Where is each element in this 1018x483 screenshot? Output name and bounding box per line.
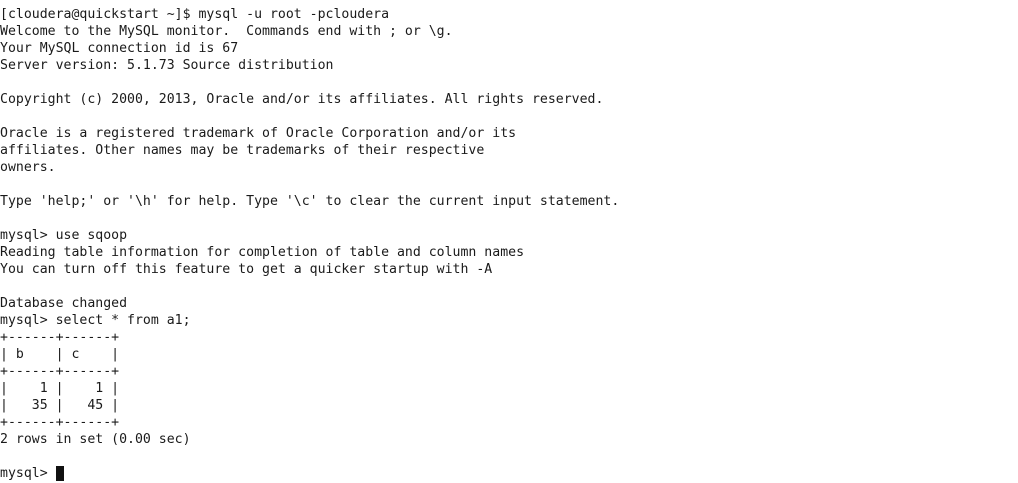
terminal-line: Database changed bbox=[0, 296, 128, 311]
terminal-line: Welcome to the MySQL monitor. Commands e… bbox=[0, 24, 453, 39]
terminal-line: Oracle is a registered trademark of Orac… bbox=[0, 126, 517, 141]
terminal-line: owners. bbox=[0, 160, 56, 175]
terminal-line: mysql> use sqoop bbox=[0, 228, 128, 243]
terminal-line: Your MySQL connection id is 67 bbox=[0, 41, 239, 56]
terminal-line: Type 'help;' or '\h' for help. Type '\c'… bbox=[0, 194, 620, 209]
terminal-line: Server version: 5.1.73 Source distributi… bbox=[0, 58, 334, 73]
table-border-line: +------+------+ bbox=[0, 364, 120, 379]
terminal-line: affiliates. Other names may be trademark… bbox=[0, 143, 485, 158]
active-prompt-line[interactable]: mysql> bbox=[0, 465, 1018, 482]
terminal-window[interactable]: [cloudera@quickstart ~]$ mysql -u root -… bbox=[0, 0, 1018, 483]
table-border-line: +------+------+ bbox=[0, 330, 120, 345]
terminal-line: Reading table information for completion… bbox=[0, 245, 525, 260]
table-border-line: +------+------+ bbox=[0, 415, 120, 430]
terminal-line: You can turn off this feature to get a q… bbox=[0, 262, 493, 277]
terminal-line: 2 rows in set (0.00 sec) bbox=[0, 432, 191, 447]
prompt-text: mysql> bbox=[0, 466, 56, 481]
table-header-row: | b | c | bbox=[0, 347, 120, 362]
table-row: | 1 | 1 | bbox=[0, 381, 120, 396]
table-row: | 35 | 45 | bbox=[0, 398, 120, 413]
text-cursor bbox=[55, 466, 64, 481]
terminal-line: mysql> select * from a1; bbox=[0, 313, 191, 328]
terminal-line: Copyright (c) 2000, 2013, Oracle and/or … bbox=[0, 92, 604, 107]
terminal-line: [cloudera@quickstart ~]$ mysql -u root -… bbox=[0, 7, 390, 22]
